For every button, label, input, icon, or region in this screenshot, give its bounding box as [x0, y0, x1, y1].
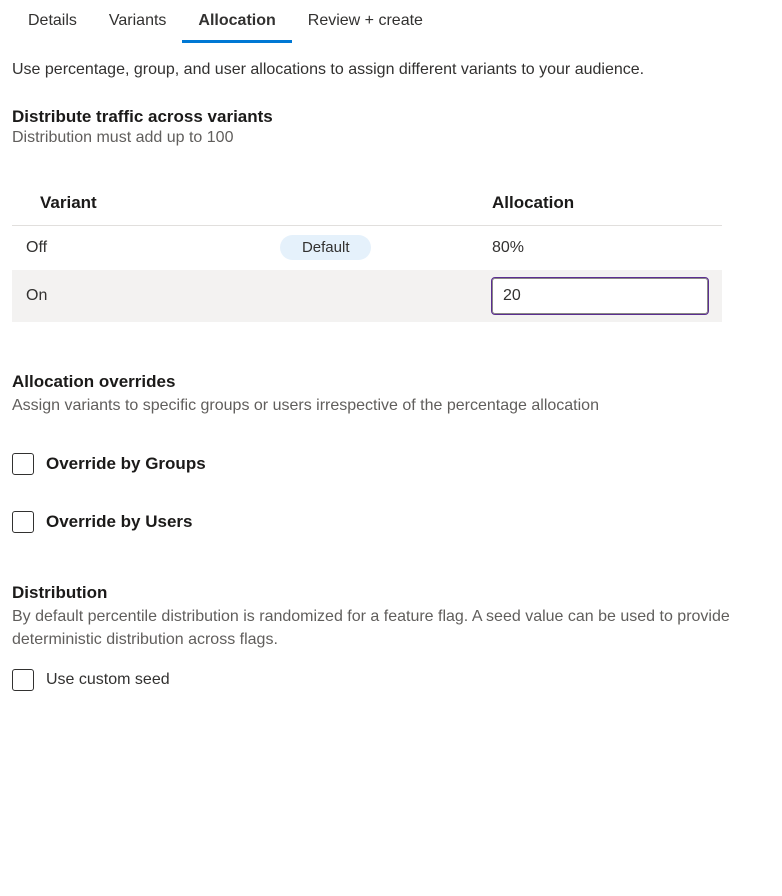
override-by-groups-row: Override by Groups	[12, 453, 770, 475]
override-by-users-row: Override by Users	[12, 511, 770, 533]
use-custom-seed-label: Use custom seed	[46, 671, 170, 689]
col-header-default	[266, 183, 478, 226]
override-by-users-label: Override by Users	[46, 512, 192, 532]
tab-variants[interactable]: Variants	[93, 4, 183, 43]
variant-name-off: Off	[12, 226, 266, 270]
distribution-subtitle: By default percentile distribution is ra…	[12, 605, 742, 651]
override-by-groups-checkbox[interactable]	[12, 453, 34, 475]
distribute-title: Distribute traffic across variants	[12, 107, 770, 127]
distribution-title: Distribution	[12, 583, 770, 603]
distribute-section: Distribute traffic across variants Distr…	[12, 107, 770, 322]
tab-bar: Details Variants Allocation Review + cre…	[0, 0, 782, 43]
variant-table: Variant Allocation Off Default 80% On	[12, 183, 722, 322]
col-header-allocation: Allocation	[478, 183, 722, 226]
use-custom-seed-checkbox[interactable]	[12, 669, 34, 691]
override-by-groups-label: Override by Groups	[46, 454, 206, 474]
tab-allocation[interactable]: Allocation	[182, 4, 291, 43]
allocation-off-display: 80%	[478, 226, 722, 270]
table-row: On	[12, 270, 722, 322]
overrides-title: Allocation overrides	[12, 372, 770, 392]
tab-details[interactable]: Details	[12, 4, 93, 43]
allocation-panel: Use percentage, group, and user allocati…	[0, 43, 782, 727]
col-header-variant: Variant	[12, 183, 266, 226]
intro-text: Use percentage, group, and user allocati…	[12, 61, 770, 79]
overrides-section: Allocation overrides Assign variants to …	[12, 372, 770, 533]
distribution-section: Distribution By default percentile distr…	[12, 583, 770, 691]
overrides-subtitle: Assign variants to specific groups or us…	[12, 394, 742, 417]
default-badge: Default	[280, 235, 372, 260]
override-by-users-checkbox[interactable]	[12, 511, 34, 533]
variant-name-on: On	[12, 270, 266, 322]
tab-review-create[interactable]: Review + create	[292, 4, 439, 43]
use-custom-seed-row: Use custom seed	[12, 669, 770, 691]
allocation-on-input[interactable]	[492, 278, 708, 314]
distribute-subtitle: Distribution must add up to 100	[12, 129, 770, 147]
table-row: Off Default 80%	[12, 226, 722, 270]
